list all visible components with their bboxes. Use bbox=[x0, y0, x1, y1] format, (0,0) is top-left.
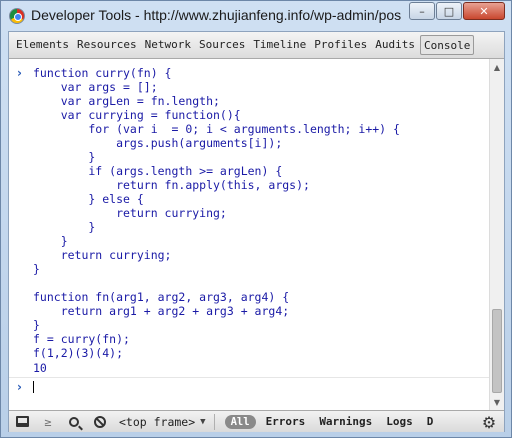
console-code-text: return currying; bbox=[33, 206, 227, 220]
tab-console[interactable]: Console bbox=[420, 35, 475, 55]
filter-debug[interactable]: D bbox=[427, 415, 434, 428]
console-code-text: args.push(arguments[i]); bbox=[33, 136, 283, 150]
console-input-line: return fn.apply(this, args); bbox=[9, 178, 489, 192]
console-code-text: return fn.apply(this, args); bbox=[33, 178, 310, 192]
scrollbar-thumb[interactable] bbox=[492, 309, 502, 393]
console-input-line bbox=[9, 276, 489, 290]
show-drawer-icon: ≥ bbox=[44, 414, 52, 429]
console-input-line: } bbox=[9, 150, 489, 164]
prompt-icon: › bbox=[17, 380, 22, 394]
console-input-line: var args = []; bbox=[9, 80, 489, 94]
tab-profiles[interactable]: Profiles bbox=[311, 35, 370, 55]
console-scrollbar[interactable]: ▲ ▼ bbox=[489, 59, 504, 410]
console-code-text: } bbox=[33, 150, 96, 164]
dock-toggle-button[interactable] bbox=[9, 412, 35, 432]
filter-warnings[interactable]: Warnings bbox=[319, 415, 372, 428]
console-input-line: f(1,2)(3)(4); bbox=[9, 346, 489, 360]
console-code-text: var argLen = fn.length; bbox=[33, 94, 220, 108]
console-code-text: var args = []; bbox=[33, 80, 158, 94]
tab-timeline[interactable]: Timeline bbox=[250, 35, 309, 55]
tab-resources[interactable]: Resources bbox=[74, 35, 140, 55]
console-input-line: } bbox=[9, 220, 489, 234]
console-input-line: return currying; bbox=[9, 206, 489, 220]
console-code-text: function curry(fn) { bbox=[33, 66, 172, 80]
search-icon bbox=[69, 416, 79, 427]
toolbar-divider bbox=[213, 413, 215, 430]
frame-selector-label: <top frame> bbox=[119, 414, 196, 429]
window-controls: – □ ✕ bbox=[409, 2, 505, 20]
console-code-text: function fn(arg1, arg2, arg3, arg4) { bbox=[33, 290, 290, 304]
console-code-text: for (var i = 0; i < arguments.length; i+… bbox=[33, 122, 400, 136]
console-code-text: if (args.length >= argLen) { bbox=[33, 164, 283, 178]
clear-console-button[interactable] bbox=[87, 412, 113, 432]
scroll-up-icon[interactable]: ▲ bbox=[490, 60, 504, 74]
console-result-line: 10 bbox=[9, 361, 489, 375]
console-code-text: } bbox=[33, 262, 40, 276]
tab-audits[interactable]: Audits bbox=[372, 35, 418, 55]
console-code-text: } else { bbox=[33, 192, 144, 206]
console-input-line: › function curry(fn) { bbox=[9, 66, 489, 80]
search-button[interactable] bbox=[61, 412, 87, 432]
console-input-line: } bbox=[9, 262, 489, 276]
console-input-line: var currying = function(){ bbox=[9, 108, 489, 122]
input-prompt-icon: › bbox=[17, 66, 22, 80]
title-bar[interactable]: Developer Tools - http://www.zhujianfeng… bbox=[1, 1, 511, 31]
console-input-line: args.push(arguments[i]); bbox=[9, 136, 489, 150]
console-input-line: } bbox=[9, 318, 489, 332]
scroll-down-icon[interactable]: ▼ bbox=[490, 395, 504, 409]
console-code-text: f(1,2)(3)(4); bbox=[33, 346, 124, 360]
tab-elements[interactable]: Elements bbox=[13, 35, 72, 55]
devtools-panel: Elements Resources Network Sources Timel… bbox=[8, 31, 505, 432]
console-code-text: } bbox=[33, 234, 68, 248]
console-input-line: return currying; bbox=[9, 248, 489, 262]
restore-button[interactable]: □ bbox=[436, 2, 462, 20]
console-input-line: function fn(arg1, arg2, arg3, arg4) { bbox=[9, 290, 489, 304]
tab-sources[interactable]: Sources bbox=[196, 35, 248, 55]
console-input-line: if (args.length >= argLen) { bbox=[9, 164, 489, 178]
console-output[interactable]: › function curry(fn) { var args = []; var… bbox=[9, 59, 489, 410]
console-toolbar: ≥ <top frame> ▼ All Errors Warnings Logs… bbox=[9, 410, 504, 432]
devtools-window: Developer Tools - http://www.zhujianfeng… bbox=[0, 0, 512, 438]
console-prompt-line[interactable]: › bbox=[9, 380, 489, 394]
console-input-line: return arg1 + arg2 + arg3 + arg4; bbox=[9, 304, 489, 318]
window-title: Developer Tools - http://www.zhujianfeng… bbox=[31, 7, 401, 23]
console-code-text: } bbox=[33, 220, 96, 234]
chrome-logo-icon bbox=[9, 8, 25, 24]
console-result-value: 10 bbox=[33, 361, 47, 375]
console-input-line: for (var i = 0; i < arguments.length; i+… bbox=[9, 122, 489, 136]
frame-selector[interactable]: <top frame> ▼ bbox=[113, 415, 212, 429]
console-input-line: } else { bbox=[9, 192, 489, 206]
tab-network[interactable]: Network bbox=[142, 35, 194, 55]
chevron-down-icon: ▼ bbox=[200, 416, 206, 427]
dock-icon bbox=[15, 416, 29, 427]
filter-errors[interactable]: Errors bbox=[266, 415, 306, 428]
console-code-text: return currying; bbox=[33, 248, 172, 262]
execution-context-button[interactable]: ≥ bbox=[35, 412, 61, 432]
console-code-text: var currying = function(){ bbox=[33, 108, 241, 122]
console-code-text: f = curry(fn); bbox=[33, 332, 130, 346]
text-caret bbox=[33, 381, 34, 393]
close-button[interactable]: ✕ bbox=[463, 2, 505, 20]
minimize-button[interactable]: – bbox=[409, 2, 435, 20]
clear-icon bbox=[94, 415, 106, 428]
filter-logs[interactable]: Logs bbox=[386, 415, 413, 428]
console-code-text: } bbox=[33, 318, 40, 332]
console-input-line: var argLen = fn.length; bbox=[9, 94, 489, 108]
console-code-text: return arg1 + arg2 + arg3 + arg4; bbox=[33, 304, 290, 318]
panel-tab-bar: Elements Resources Network Sources Timel… bbox=[9, 32, 504, 59]
console-input-line: f = curry(fn); bbox=[9, 332, 489, 346]
console-separator bbox=[9, 377, 489, 378]
settings-gear-icon[interactable]: ⚙ bbox=[480, 413, 498, 432]
console-input-line: } bbox=[9, 234, 489, 248]
filter-all[interactable]: All bbox=[224, 414, 256, 429]
